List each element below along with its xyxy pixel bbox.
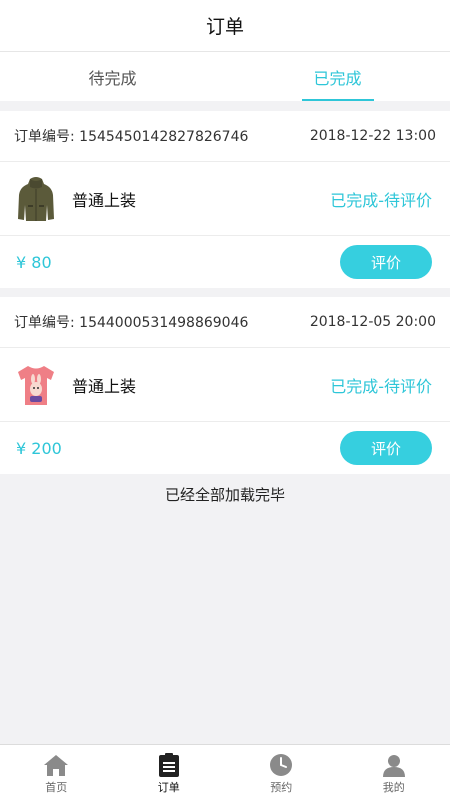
order-status: 已完成-待评价 (330, 376, 432, 396)
clipboard-icon (158, 753, 179, 777)
tabbar-label: 订单 (157, 781, 180, 794)
order-status: 已完成-待评价 (330, 190, 432, 210)
app-header: 订单 (0, 0, 450, 52)
order-date: 2018-12-22 13:00 (309, 128, 436, 144)
order-item-row[interactable]: 普通上装 已完成-待评价 (0, 162, 450, 236)
order-item-row[interactable]: 普通上装 已完成-待评价 (0, 348, 450, 422)
order-header: 订单编号: 1545450142827826746 2018-12-22 13:… (0, 111, 450, 162)
review-button[interactable]: 评价 (340, 431, 432, 465)
user-icon (382, 755, 405, 777)
tabbar-orders[interactable]: 订单 (113, 745, 226, 800)
tabbar-home[interactable]: 首页 (0, 745, 113, 800)
order-price: ¥ 80 (16, 252, 52, 272)
order-date: 2018-12-05 20:00 (309, 314, 436, 330)
tabbar-label: 首页 (45, 781, 68, 794)
tabbar-label: 预约 (270, 781, 293, 794)
bottom-tab-bar: 首页 订单 预约 我的 (0, 744, 450, 800)
order-number: 订单编号: 1544000531498869046 (14, 315, 249, 331)
tabbar-appointments[interactable]: 预约 (225, 745, 338, 800)
tabbar-profile[interactable]: 我的 (338, 745, 450, 800)
order-footer: ¥ 80 评价 (0, 236, 450, 288)
green-jacket-image (14, 174, 58, 224)
order-price: ¥ 200 (16, 438, 62, 458)
order-footer: ¥ 200 评价 (0, 422, 450, 474)
item-name: 普通上装 (72, 190, 137, 210)
tabbar-label: 我的 (382, 781, 405, 794)
home-icon (44, 755, 69, 776)
clock-icon (270, 754, 293, 776)
review-button[interactable]: 评价 (340, 245, 432, 279)
page-title: 订单 (205, 16, 244, 38)
order-card[interactable]: 订单编号: 1544000531498869046 2018-12-05 20:… (0, 297, 450, 474)
order-status-tabs: 待完成 已完成 (0, 52, 450, 101)
tab-pending[interactable]: 待完成 (0, 52, 225, 101)
all-loaded-text: 已经全部加载完毕 (164, 486, 285, 504)
order-card[interactable]: 订单编号: 1545450142827826746 2018-12-22 13:… (0, 111, 450, 288)
tab-completed[interactable]: 已完成 (225, 52, 450, 101)
item-name: 普通上装 (72, 376, 137, 396)
pink-tshirt-image (14, 360, 58, 410)
order-header: 订单编号: 1544000531498869046 2018-12-05 20:… (0, 297, 450, 348)
order-number: 订单编号: 1545450142827826746 (14, 129, 249, 145)
